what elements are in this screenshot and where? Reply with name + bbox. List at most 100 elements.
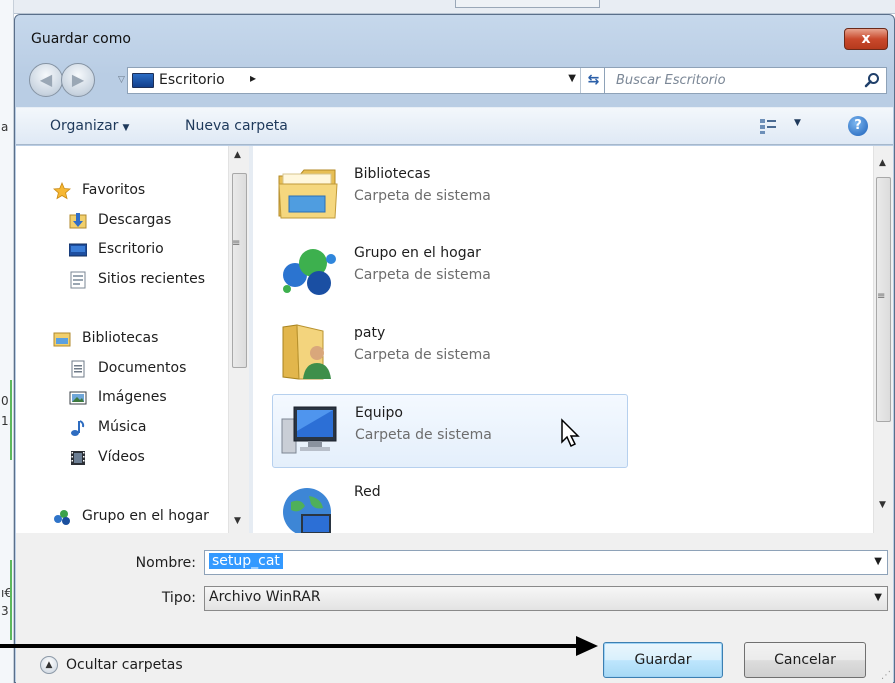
- search-icon[interactable]: [864, 72, 880, 88]
- file-list: Bibliotecas Carpeta de sistema Grupo en …: [253, 146, 873, 533]
- views-dropdown-icon[interactable]: ▼: [794, 118, 801, 128]
- pictures-icon: [69, 391, 87, 405]
- list-item-grupo-en-el-hogar[interactable]: Grupo en el hogar Carpeta de sistema: [272, 235, 628, 309]
- hide-folders-button[interactable]: ▲ Ocultar carpetas: [40, 656, 183, 674]
- documents-icon: [71, 360, 85, 378]
- type-label: Tipo:: [161, 590, 196, 606]
- nav-item-label: Escritorio: [98, 241, 164, 257]
- scroll-grip-icon: ≡: [877, 291, 886, 302]
- save-as-dialog: Guardar como x ◀ ▶ ▽ Escritorio ▸ ▼ ⇆ Bu…: [14, 14, 895, 683]
- filename-field[interactable]: setup_cat ▼: [204, 550, 888, 575]
- music-icon: [71, 420, 85, 436]
- back-arrow-icon: ◀: [39, 70, 53, 89]
- back-button[interactable]: ◀: [29, 63, 63, 97]
- libraries-folder-icon: [278, 169, 338, 219]
- nav-item-label: Sitios recientes: [98, 271, 205, 287]
- save-form: Nombre: setup_cat ▼ Tipo: Archivo WinRAR…: [16, 533, 893, 683]
- nav-scrollbar[interactable]: ▲ ≡ ▼: [228, 146, 249, 533]
- organize-menu[interactable]: Organizar ▼: [50, 118, 129, 134]
- background-window-toolbar: [455, 0, 600, 8]
- address-location[interactable]: Escritorio: [159, 72, 225, 88]
- nav-item-label: Imágenes: [98, 389, 167, 405]
- item-description: Carpeta de sistema: [354, 267, 491, 283]
- recent-locations-dropdown[interactable]: ▽: [118, 75, 125, 85]
- item-name: Grupo en el hogar: [354, 245, 481, 261]
- scroll-up-icon[interactable]: ▲: [879, 158, 886, 168]
- item-name: Equipo: [355, 405, 403, 421]
- search-input[interactable]: Buscar Escritorio: [616, 73, 726, 88]
- chevron-up-icon: ▲: [40, 656, 58, 674]
- chevron-down-icon[interactable]: ▼: [874, 556, 882, 567]
- videos-icon: [71, 451, 85, 465]
- item-name: paty: [354, 325, 386, 341]
- nav-item-label: Música: [98, 419, 147, 435]
- downloads-icon: [69, 213, 87, 229]
- save-button[interactable]: Guardar: [603, 642, 723, 678]
- chevron-down-icon: ▼: [122, 123, 130, 133]
- resize-grip-icon[interactable]: ⋰: [881, 670, 891, 681]
- user-folder-icon: [282, 324, 331, 380]
- scroll-up-icon[interactable]: ▲: [234, 150, 241, 160]
- item-name: Bibliotecas: [354, 166, 431, 182]
- list-item-paty[interactable]: paty Carpeta de sistema: [272, 315, 628, 389]
- filename-value[interactable]: setup_cat: [209, 553, 283, 569]
- background-green-border: [0, 560, 12, 640]
- desktop-icon: [132, 73, 154, 88]
- item-name: Red: [354, 484, 381, 500]
- close-button[interactable]: x: [844, 28, 888, 50]
- mouse-cursor-icon: [561, 418, 580, 448]
- scroll-grip-icon: ≡: [232, 238, 241, 249]
- address-bar[interactable]: Escritorio ▸ ▼ ⇆: [127, 67, 607, 94]
- organize-label: Organizar: [50, 118, 119, 134]
- scroll-down-icon[interactable]: ▼: [879, 500, 886, 510]
- list-item-red[interactable]: Red: [272, 474, 628, 533]
- desktop-icon: [69, 243, 87, 257]
- file-type-select[interactable]: Archivo WinRAR ▼: [204, 586, 888, 611]
- help-icon[interactable]: ?: [848, 116, 868, 136]
- forward-arrow-icon: ▶: [71, 70, 85, 89]
- name-label: Nombre:: [135, 555, 196, 571]
- forward-button[interactable]: ▶: [61, 63, 95, 97]
- nav-item-label: Vídeos: [98, 449, 145, 465]
- star-icon: [53, 182, 71, 200]
- background-text-fragment: a: [1, 120, 9, 134]
- navigation-pane: Favoritos Descargas Escritorio Sitios re…: [16, 146, 249, 533]
- search-box[interactable]: Buscar Escritorio: [604, 67, 887, 94]
- annotation-arrow-head: [576, 636, 598, 656]
- history-nav: ◀ ▶: [29, 63, 117, 97]
- screen: a 0 1. ı€ 3 Guardar como x ◀ ▶ ▽ Escrito…: [0, 0, 895, 683]
- cancel-button[interactable]: Cancelar: [744, 642, 866, 678]
- views-icon[interactable]: [759, 117, 777, 135]
- nav-item-label: Descargas: [98, 212, 172, 228]
- chevron-down-icon[interactable]: ▼: [874, 592, 882, 603]
- nav-scrollbar-thumb[interactable]: [232, 173, 247, 368]
- homegroup-icon: [283, 249, 336, 295]
- background-window-strip: [0, 0, 895, 14]
- breadcrumb-chevron-icon[interactable]: ▸: [250, 71, 256, 85]
- nav-item-label: Bibliotecas: [82, 330, 159, 346]
- command-bar: Organizar ▼ Nueva carpeta ▼ ?: [16, 107, 893, 145]
- new-folder-button[interactable]: Nueva carpeta: [185, 118, 288, 134]
- scroll-down-icon[interactable]: ▼: [234, 516, 241, 526]
- hide-folders-label: Ocultar carpetas: [66, 657, 183, 673]
- file-type-value: Archivo WinRAR: [209, 589, 321, 605]
- homegroup-icon: [54, 510, 70, 525]
- refresh-button[interactable]: ⇆: [580, 68, 606, 93]
- item-description: Carpeta de sistema: [354, 188, 491, 204]
- nav-item-label: Grupo en el hogar: [82, 508, 209, 524]
- nav-item-label: Documentos: [98, 360, 187, 376]
- network-icon: [283, 488, 331, 533]
- background-window-edge: a 0 1. ı€ 3: [0, 0, 14, 683]
- dialog-title: Guardar como: [31, 31, 131, 47]
- background-green-border: [0, 380, 12, 460]
- nav-item-label: Favoritos: [82, 182, 146, 198]
- item-description: Carpeta de sistema: [354, 347, 491, 363]
- address-dropdown-icon[interactable]: ▼: [568, 73, 576, 84]
- file-list-scrollbar[interactable]: ▲ ≡ ▼: [873, 146, 893, 533]
- recent-places-icon: [70, 271, 86, 289]
- list-item-bibliotecas[interactable]: Bibliotecas Carpeta de sistema: [272, 156, 628, 230]
- computer-icon: [281, 406, 337, 454]
- annotation-arrow-line: [0, 644, 580, 648]
- item-description: Carpeta de sistema: [355, 427, 492, 443]
- libraries-icon: [53, 332, 71, 347]
